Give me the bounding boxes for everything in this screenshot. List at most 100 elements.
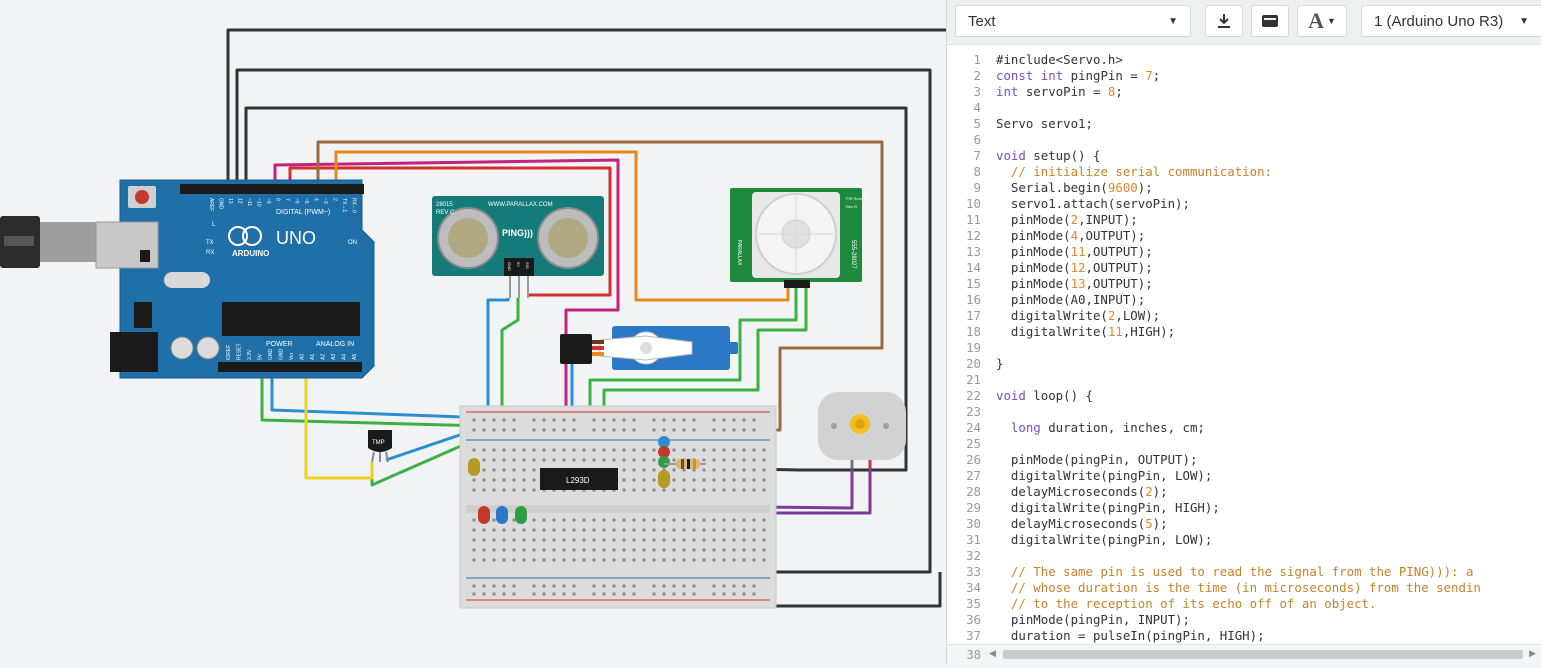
code-text: pinMode(pingPin, OUTPUT); [996,452,1198,467]
code-line[interactable]: 37 duration = pulseIn(pingPin, HIGH); [947,628,1541,644]
breadboard[interactable] [459,405,777,609]
download-icon [1218,14,1230,28]
code-line[interactable]: 12 pinMode(4,OUTPUT); [947,228,1541,244]
wire-blue-2[interactable] [486,298,510,418]
download-code-button[interactable] [1205,5,1243,37]
temp-sensor-label: TMP [372,440,385,446]
line-number: 38 [966,648,981,662]
led-green[interactable] [515,506,527,524]
code-line[interactable]: 9 Serial.begin(9600); [947,180,1541,196]
led-red[interactable] [478,506,490,524]
pir-motion-sensor[interactable]: PIR Sensor Rev B 555-28027 PARALLAX [730,188,867,288]
code-text: // whose duration is the time (in micros… [1010,580,1481,595]
pin-label: GND [218,198,224,210]
code-line[interactable]: 4 [947,100,1541,116]
code-line[interactable]: 2 const int pingPin = 7; [947,68,1541,84]
ping-ultrasonic-sensor[interactable]: WWW.PARALLAX.COM 28015 REV C PING))) GND… [432,196,604,298]
analog-pins-label: ANALOG IN [316,341,354,348]
pin-label: 2 [332,198,338,201]
scroll-right-icon[interactable]: ▶ [1529,649,1536,659]
code-line[interactable]: 14 pinMode(12,OUTPUT); [947,260,1541,276]
code-line[interactable]: 1 #include<Servo.h> [947,52,1541,68]
code-line[interactable]: 20} [947,356,1541,372]
digital-pins-label: DIGITAL (PWM~) [276,209,330,216]
code-line[interactable]: 27 digitalWrite(pingPin, LOW); [947,468,1541,484]
code-line[interactable]: 34 // whose duration is the time (in mic… [947,580,1541,596]
code-line[interactable]: 19 [947,340,1541,356]
code-line[interactable]: 32 [947,548,1541,564]
code-line[interactable]: 17 digitalWrite(2,LOW); [947,308,1541,324]
code-line[interactable]: 7 void setup() { [947,148,1541,164]
line-number: 37 [966,628,981,643]
circuit-drawing[interactable]: ARDUINO UNO DIGITAL (PWM~) POWER ANALOG … [0,0,946,664]
led-yellow-left[interactable] [468,458,480,476]
code-line[interactable]: 26 pinMode(pingPin, OUTPUT); [947,452,1541,468]
chevron-down-icon: ▼ [1168,15,1178,27]
board-select-dropdown[interactable]: 1 (Arduino Uno R3) ▼ [1361,5,1541,37]
pin-label: 7 [284,198,290,201]
line-number: 27 [966,468,981,483]
code-text: } [996,356,1004,371]
code-line[interactable]: 24 long duration, inches, cm; [947,420,1541,436]
code-line[interactable]: 33 // The same pin is used to read the s… [947,564,1541,580]
circuit-canvas[interactable]: ARDUINO UNO DIGITAL (PWM~) POWER ANALOG … [0,0,946,664]
code-line[interactable]: 28 delayMicroseconds(2); [947,484,1541,500]
driver-chip-label: L293D [566,476,590,485]
code-line[interactable]: 22 void loop() { [947,388,1541,404]
pin-label: GND [268,349,274,361]
code-text: #include<Servo.h> [996,52,1123,67]
l293d-motor-driver[interactable]: L293D [540,468,618,490]
led-blue[interactable] [496,506,508,524]
code-text: digitalWrite(pingPin, LOW); [996,468,1213,483]
code-mode-dropdown[interactable]: Text ▼ [955,5,1191,37]
code-text-area[interactable]: 1 #include<Servo.h> 2 const int pingPin = 7… [947,46,1541,644]
code-text: pinMode(2,INPUT); [996,212,1138,227]
code-line[interactable]: 8 // initialize serial communication: [947,164,1541,180]
horizontal-scrollbar[interactable]: 38 ◀ ▶ [947,644,1541,665]
code-line[interactable]: 16 pinMode(A0,INPUT); [947,292,1541,308]
pin-label: 13 [227,198,233,204]
code-line[interactable]: 30 delayMicroseconds(5); [947,516,1541,532]
scroll-left-icon[interactable]: ◀ [989,649,996,659]
code-text: pinMode(A0,INPUT); [996,292,1146,307]
code-mode-label: Text [968,12,996,30]
scrollbar-thumb[interactable] [1003,650,1523,659]
line-number: 10 [966,196,981,211]
code-line[interactable]: 15 pinMode(13,OUTPUT); [947,276,1541,292]
font-size-button[interactable]: A ▼ [1297,5,1347,37]
pin-label: A3 [331,354,337,360]
pin-label: 12 [237,198,243,204]
code-line[interactable]: 5 Servo servo1; [947,116,1541,132]
arduino-uno-board[interactable]: ARDUINO UNO DIGITAL (PWM~) POWER ANALOG … [95,179,375,379]
code-line[interactable]: 3 int servoPin = 8; [947,84,1541,100]
pin-label: A4 [342,354,348,360]
pin-label: Vin [289,353,295,360]
pin-label: 3.3V [247,349,253,360]
ping-rev-label: REV C [436,210,455,216]
code-line[interactable]: 6 [947,132,1541,148]
code-line[interactable]: 21 [947,372,1541,388]
dc-motor[interactable] [818,392,906,468]
code-line[interactable]: 23 [947,404,1541,420]
line-number: 9 [973,180,981,195]
code-line[interactable]: 31 digitalWrite(pingPin, LOW); [947,532,1541,548]
code-line[interactable]: 36 pinMode(pingPin, INPUT); [947,612,1541,628]
line-number: 32 [966,548,981,563]
pir-rev-label: Rev B [846,204,857,209]
code-line[interactable]: 35 // to the reception of its echo off o… [947,596,1541,612]
board-select-label: 1 (Arduino Uno R3) [1374,12,1504,30]
code-line[interactable]: 29 digitalWrite(pingPin, HIGH); [947,500,1541,516]
libraries-button[interactable] [1251,5,1289,37]
code-line[interactable]: 10 servo1.attach(servoPin); [947,196,1541,212]
servo-motor[interactable] [560,326,738,370]
code-line[interactable]: 18 digitalWrite(11,HIGH); [947,324,1541,340]
code-line[interactable]: 11 pinMode(2,INPUT); [947,212,1541,228]
rgb-led-stack[interactable] [658,436,670,488]
temperature-sensor[interactable]: TMP [368,430,392,463]
line-number: 3 [973,84,981,99]
code-line[interactable]: 25 [947,436,1541,452]
code-line[interactable]: 13 pinMode(11,OUTPUT); [947,244,1541,260]
line-number: 33 [966,564,981,579]
wire-green-2[interactable] [500,298,520,420]
code-text: Serial.begin(9600); [996,180,1153,195]
